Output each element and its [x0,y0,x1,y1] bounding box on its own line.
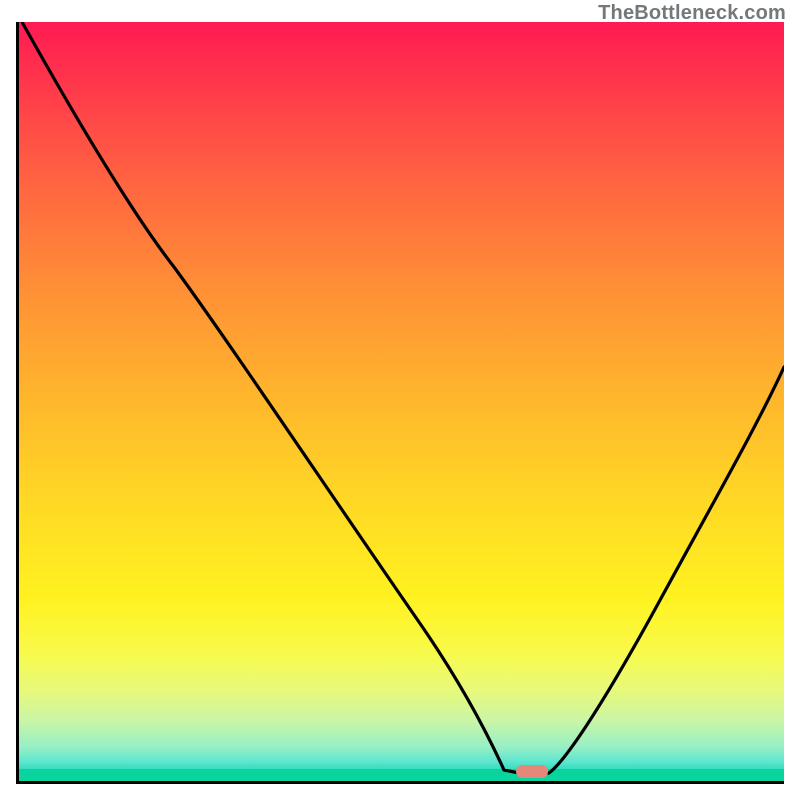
chart-plot-area [16,22,784,784]
chart-curve-svg [19,22,784,781]
watermark-text: TheBottleneck.com [598,2,786,25]
optimal-point-marker [516,765,548,778]
bottleneck-curve-line [22,22,784,773]
